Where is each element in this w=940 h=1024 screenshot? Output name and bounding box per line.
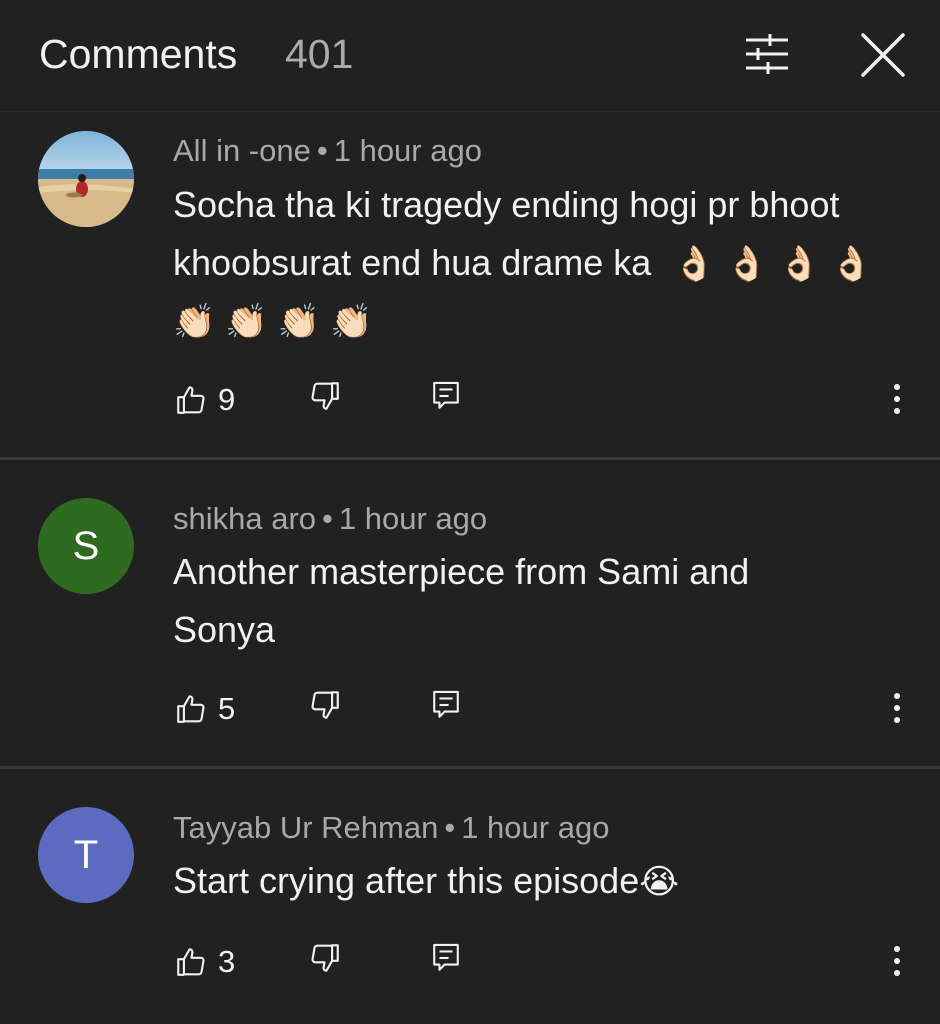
comment-meta: Tayyab Ur Rehman • 1 hour ago	[173, 809, 609, 847]
comment-text: Start crying after this episode😭	[173, 852, 913, 911]
thumbs-up-icon	[177, 948, 205, 976]
more-options-button[interactable]	[884, 690, 910, 726]
comment-time[interactable]: 1 hour ago	[339, 501, 487, 536]
comment-time[interactable]: 1 hour ago	[461, 810, 609, 845]
comment-text-fragment: Start crying after this episode	[173, 860, 640, 901]
like-count: 9	[218, 382, 236, 417]
like-button[interactable]: 3	[174, 939, 235, 985]
like-button[interactable]: 5	[174, 686, 235, 732]
reply-button[interactable]	[430, 688, 462, 727]
comment-icon	[433, 381, 459, 409]
separator: •	[316, 133, 328, 168]
reply-button[interactable]	[430, 379, 462, 418]
more-options-button[interactable]	[884, 943, 910, 979]
like-button[interactable]: 9	[174, 377, 235, 423]
separator: •	[444, 810, 456, 845]
dislike-button[interactable]	[308, 688, 342, 727]
close-icon	[861, 33, 905, 77]
clap-emoji: 👏🏻	[225, 303, 278, 341]
more-options-button[interactable]	[884, 381, 910, 417]
sliders-icon	[746, 34, 788, 74]
ok-hand-emoji: 👌🏻	[778, 245, 831, 283]
thumbs-down-icon	[311, 382, 339, 410]
like-count: 3	[218, 944, 236, 979]
ok-hand-emoji: 👌🏻	[725, 245, 779, 283]
comment-text-line: Socha tha ki tragedy ending hogi pr bhoo…	[173, 184, 840, 225]
comment-time[interactable]: 1 hour ago	[334, 133, 482, 168]
comment-actions: 9	[0, 377, 940, 427]
comment-meta: shikha aro • 1 hour ago	[173, 500, 487, 538]
more-vert-icon	[894, 693, 900, 723]
beach-photo-avatar	[38, 131, 134, 227]
avatar[interactable]	[38, 131, 134, 227]
clap-emoji: 👏🏻	[330, 303, 383, 341]
comment-text-fragment: khoobsurat end hua drame ka	[173, 242, 652, 283]
comments-title: Comments	[39, 31, 238, 77]
comment-text-line: khoobsurat end hua drame ka 👌🏻👌🏻👌🏻👌🏻	[173, 234, 913, 293]
thumbs-up-icon	[177, 386, 205, 414]
crying-emoji: 😭	[639, 863, 679, 901]
author-name[interactable]: All in -one	[173, 133, 311, 168]
comment-meta: All in -one • 1 hour ago	[173, 132, 482, 170]
avatar[interactable]: S	[38, 498, 134, 594]
author-name[interactable]: shikha aro	[173, 501, 316, 536]
thumbs-up-icon	[177, 695, 205, 723]
comment-actions: 3	[0, 939, 940, 989]
dislike-button[interactable]	[308, 379, 342, 418]
clap-emoji: 👏🏻	[173, 303, 226, 341]
comment-item: T Tayyab Ur Rehman • 1 hour ago Start cryi…	[0, 769, 940, 1024]
comment-text-line: Another masterpiece from Sami and	[173, 551, 750, 592]
like-count: 5	[218, 691, 236, 726]
ok-hand-emoji: 👌🏻	[673, 245, 726, 283]
comments-header: Comments 401	[0, 0, 940, 112]
comment-item: All in -one • 1 hour ago Socha tha ki trag…	[0, 112, 940, 460]
comment-text-line: Sonya	[173, 609, 276, 650]
comment-text: Socha tha ki tragedy ending hogi pr bhoo…	[173, 176, 913, 351]
comment-text-line: Start crying after this episode😭	[173, 852, 913, 911]
avatar-letter: S	[72, 523, 100, 568]
ok-hand-emoji: 👌🏻	[830, 245, 883, 283]
thumbs-down-icon	[311, 944, 339, 972]
comment-text: Another masterpiece from Sami and Sonya	[173, 543, 913, 659]
comment-item: S shikha aro • 1 hour ago Another masterpi…	[0, 460, 940, 769]
comment-icon	[433, 690, 459, 718]
ok-emojis: 👌🏻👌🏻👌🏻👌🏻	[673, 245, 882, 283]
author-name[interactable]: Tayyab Ur Rehman	[173, 810, 438, 845]
avatar-letter: T	[73, 832, 99, 877]
clap-emoji: 👏🏻	[277, 303, 331, 341]
thumbs-down-icon	[311, 691, 339, 719]
dislike-button[interactable]	[308, 941, 342, 980]
reply-button[interactable]	[430, 941, 462, 980]
more-vert-icon	[894, 384, 900, 414]
close-button[interactable]	[856, 28, 910, 82]
comment-actions: 5	[0, 686, 940, 736]
sort-filter-button[interactable]	[740, 30, 794, 78]
comments-count: 401	[285, 31, 354, 77]
comment-text-line: 👏🏻👏🏻👏🏻👏🏻	[173, 293, 913, 351]
comment-icon	[433, 943, 459, 971]
more-vert-icon	[894, 946, 900, 976]
avatar[interactable]: T	[38, 807, 134, 903]
separator: •	[322, 501, 333, 536]
